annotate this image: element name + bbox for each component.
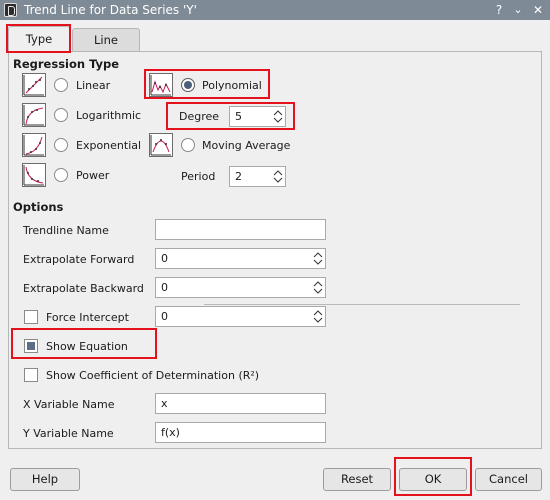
window-title: Trend Line for Data Series 'Y' bbox=[24, 3, 197, 17]
moving-average-radio[interactable] bbox=[181, 138, 195, 152]
app-logo-icon bbox=[4, 3, 17, 17]
logarithmic-label: Logarithmic bbox=[76, 109, 142, 122]
spin-arrows-icon[interactable] bbox=[313, 279, 323, 296]
type-tab-highlight bbox=[6, 24, 71, 53]
help-icon[interactable]: ? bbox=[491, 2, 507, 18]
logarithmic-graph-icon bbox=[22, 103, 46, 127]
extrapolate-forward-value: 0 bbox=[161, 252, 168, 265]
period-spinbox[interactable]: 2 bbox=[229, 166, 286, 187]
force-intercept-checkbox[interactable] bbox=[24, 310, 38, 324]
y-variable-label: Y Variable Name bbox=[23, 427, 114, 440]
minimize-icon[interactable]: ⌄ bbox=[510, 2, 526, 18]
title-bar: Trend Line for Data Series 'Y' ? ⌄ ✕ bbox=[0, 0, 550, 20]
period-label: Period bbox=[181, 170, 216, 183]
force-intercept-spinbox[interactable]: 0 bbox=[155, 306, 326, 327]
linear-label: Linear bbox=[76, 79, 111, 92]
close-icon[interactable]: ✕ bbox=[530, 2, 546, 18]
spin-arrows-icon[interactable] bbox=[313, 250, 323, 267]
ok-highlight bbox=[394, 457, 472, 496]
trendline-name-input[interactable] bbox=[155, 219, 326, 240]
exponential-graph-icon bbox=[22, 133, 46, 157]
trendline-name-label: Trendline Name bbox=[23, 224, 109, 237]
extrapolate-forward-spinbox[interactable]: 0 bbox=[155, 248, 326, 269]
extrapolate-backward-spinbox[interactable]: 0 bbox=[155, 277, 326, 298]
y-variable-input[interactable]: f(x) bbox=[155, 422, 326, 443]
x-variable-input[interactable]: x bbox=[155, 393, 326, 414]
reset-button[interactable]: Reset bbox=[323, 468, 391, 491]
show-r2-checkbox[interactable] bbox=[24, 368, 38, 382]
linear-graph-icon bbox=[22, 73, 46, 97]
degree-highlight bbox=[166, 102, 295, 130]
polynomial-highlight bbox=[144, 69, 270, 99]
spin-arrows-icon[interactable] bbox=[273, 168, 283, 185]
period-value: 2 bbox=[235, 170, 242, 183]
exponential-radio[interactable] bbox=[54, 138, 68, 152]
force-intercept-label: Force Intercept bbox=[46, 311, 129, 324]
show-r2-label: Show Coefficient of Determination (R²) bbox=[46, 369, 260, 382]
help-button[interactable]: Help bbox=[10, 468, 80, 491]
extrapolate-backward-label: Extrapolate Backward bbox=[23, 282, 144, 295]
logarithmic-radio[interactable] bbox=[54, 108, 68, 122]
options-heading: Options bbox=[13, 200, 64, 214]
power-label: Power bbox=[76, 169, 110, 182]
spin-arrows-icon[interactable] bbox=[313, 308, 323, 325]
exponential-label: Exponential bbox=[76, 139, 142, 152]
show-equation-highlight bbox=[11, 328, 157, 359]
tab-line[interactable]: Line bbox=[72, 28, 140, 51]
linear-radio[interactable] bbox=[54, 78, 68, 92]
moving-average-label: Moving Average bbox=[202, 139, 291, 152]
x-variable-label: X Variable Name bbox=[23, 398, 115, 411]
regression-type-heading: Regression Type bbox=[13, 57, 120, 71]
power-graph-icon bbox=[22, 163, 46, 187]
extrapolate-forward-label: Extrapolate Forward bbox=[23, 253, 135, 266]
extrapolate-backward-value: 0 bbox=[161, 281, 168, 294]
moving-average-graph-icon bbox=[149, 133, 173, 157]
cancel-button[interactable]: Cancel bbox=[475, 468, 542, 491]
power-radio[interactable] bbox=[54, 168, 68, 182]
options-separator bbox=[204, 304, 520, 305]
force-intercept-value: 0 bbox=[161, 310, 168, 323]
